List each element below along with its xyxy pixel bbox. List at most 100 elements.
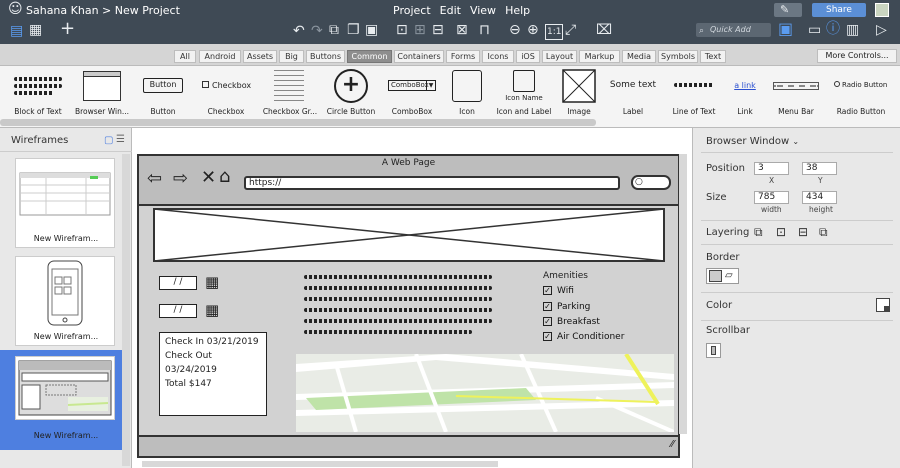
lib-menu-bar[interactable]: Menu Bar <box>770 66 822 116</box>
tab-forms[interactable]: Forms <box>446 50 480 63</box>
lib-label: Link <box>737 107 753 116</box>
properties-title[interactable]: Browser Window ⌄ <box>706 136 799 147</box>
send-back-icon[interactable]: ⊠ <box>456 23 468 37</box>
tab-layout[interactable]: Layout <box>542 50 577 63</box>
lib-line-of-text[interactable]: Line of Text <box>666 66 722 116</box>
lib-label-component[interactable]: Some text Label <box>606 66 660 116</box>
lib-label: Circle Button <box>326 107 376 116</box>
sketch-border-icon[interactable]: ▱ <box>725 270 733 281</box>
bring-to-front-icon[interactable]: ⧉ <box>754 225 763 240</box>
wireframe-thumb-3[interactable] <box>15 356 115 420</box>
browser-window-mockup[interactable]: A Web Page ⇦ ⇨ ✕ ⌂ https:// ○ / / ▦ / / … <box>137 154 680 458</box>
tab-symbols[interactable]: Symbols <box>658 50 698 63</box>
tab-big[interactable]: Big <box>279 50 304 63</box>
size-label: Size <box>706 192 727 203</box>
tab-all[interactable]: All <box>174 50 196 63</box>
height-input[interactable]: 434 <box>802 191 837 204</box>
add-icon[interactable]: + <box>60 20 75 38</box>
undo-icon[interactable]: ↶ <box>293 24 305 38</box>
tab-buttons[interactable]: Buttons <box>306 50 345 63</box>
properties-icon[interactable]: ▥ <box>846 23 859 37</box>
tab-assets[interactable]: Assets <box>243 50 277 63</box>
zoom-out-icon[interactable]: ⊖ <box>509 23 521 37</box>
width-input[interactable]: 785 <box>754 191 789 204</box>
color-swatch[interactable] <box>876 298 890 312</box>
ungroup-icon[interactable]: ⊞ <box>414 23 426 37</box>
clipboard-icon[interactable]: ⌧ <box>596 23 612 37</box>
duplicate-icon[interactable]: ⧉ <box>329 23 339 37</box>
lib-link[interactable]: a link Link <box>726 66 764 116</box>
grid-view-icon[interactable]: ▦ <box>29 23 42 37</box>
thumbnail-view-icon[interactable]: ▢ <box>104 135 113 146</box>
lib-combobox[interactable]: ComboBox ▼ ComboBox <box>384 66 440 116</box>
canvas-vertical-scrollbar[interactable] <box>679 154 687 434</box>
back-arrow-icon: ⇦ <box>147 168 163 189</box>
panel-scrollbar[interactable] <box>122 154 130 466</box>
smiley-icon[interactable]: ☺ <box>8 2 23 16</box>
menu-view[interactable]: View <box>470 4 496 17</box>
tab-markup[interactable]: Markup <box>579 50 620 63</box>
tab-common[interactable]: Common <box>347 50 392 63</box>
y-caption: Y <box>818 176 823 185</box>
checked-icon: ✓ <box>543 317 552 326</box>
avatar[interactable] <box>875 3 889 17</box>
checkin-date-field: / / <box>159 276 197 290</box>
height-caption: height <box>809 205 833 214</box>
lib-icon[interactable]: Icon <box>446 66 488 116</box>
lib-checkbox[interactable]: Checkbox Checkbox <box>196 66 256 116</box>
tab-text[interactable]: Text <box>700 50 726 63</box>
list-view-icon[interactable]: ☰ <box>116 134 125 145</box>
pen-button[interactable]: ✎ <box>774 3 802 17</box>
redo-icon[interactable]: ↷ <box>311 24 323 38</box>
lib-browser-window[interactable]: Browser Win... <box>74 66 130 116</box>
present-icon[interactable]: ▷ <box>876 23 887 37</box>
layout-icon[interactable]: ▣ <box>778 21 793 37</box>
lib-circle-button[interactable]: + Circle Button <box>324 66 378 116</box>
copy-icon[interactable]: ❐ <box>347 23 360 37</box>
info-icon[interactable]: ⓘ <box>826 22 840 36</box>
bring-forward-icon[interactable]: ⊡ <box>776 225 786 239</box>
amenities-title: Amenities <box>543 271 588 281</box>
menu-project[interactable]: Project <box>393 4 431 17</box>
tab-containers[interactable]: Containers <box>394 50 444 63</box>
zoom-in-icon[interactable]: ⊕ <box>527 23 539 37</box>
lib-label: Label <box>622 107 644 116</box>
position-x-input[interactable]: 3 <box>754 162 789 175</box>
scrollbar-toggle[interactable] <box>706 343 721 358</box>
lib-checkbox-group[interactable]: Checkbox Gr... <box>262 66 318 116</box>
actual-size-icon[interactable]: 1:1 <box>545 24 564 40</box>
lock-icon[interactable]: ⊓ <box>479 23 490 37</box>
panel-title: Wireframes <box>11 135 69 146</box>
send-to-back-icon[interactable]: ⧉ <box>819 225 828 240</box>
bring-front-icon[interactable]: ⊟ <box>432 23 444 37</box>
quick-add-input[interactable]: Quick Add <box>696 23 771 37</box>
lib-block-of-text[interactable]: Block of Text <box>8 66 68 116</box>
menu-help[interactable]: Help <box>505 4 530 17</box>
chevron-down-icon: ⌄ <box>792 137 800 146</box>
library-tabs: All Android Assets Big Buttons Common Co… <box>0 44 900 66</box>
canvas-horizontal-scrollbar[interactable] <box>142 461 498 467</box>
menu-edit[interactable]: Edit <box>440 4 461 17</box>
square-border-icon[interactable] <box>709 270 722 282</box>
send-backward-icon[interactable]: ⊟ <box>798 225 808 239</box>
lib-button[interactable]: Button Button <box>136 66 190 116</box>
position-y-input[interactable]: 38 <box>802 162 837 175</box>
lib-image[interactable]: Image <box>556 66 602 116</box>
fit-icon[interactable]: ⤢ <box>565 23 576 37</box>
lib-icon-and-label[interactable]: Icon Name Icon and Label <box>496 66 552 116</box>
more-controls-button[interactable]: More Controls... <box>817 49 897 63</box>
comment-icon[interactable]: ▭ <box>808 23 821 37</box>
tab-ios[interactable]: iOS <box>516 50 540 63</box>
tab-media[interactable]: Media <box>622 50 656 63</box>
share-button[interactable]: Share <box>812 3 866 17</box>
border-style-toggle[interactable]: ▱ <box>706 268 739 284</box>
editor-canvas[interactable]: A Web Page ⇦ ⇨ ✕ ⌂ https:// ○ / / ▦ / / … <box>132 128 692 468</box>
tab-android[interactable]: Android <box>199 50 241 63</box>
paste-icon[interactable]: ▣ <box>365 23 378 37</box>
tab-icons[interactable]: Icons <box>482 50 514 63</box>
thumb-label: New Wirefram... <box>33 332 99 341</box>
library-scrollbar[interactable] <box>0 119 596 126</box>
group-icon[interactable]: ⊡ <box>396 23 408 37</box>
lib-radio-button[interactable]: Radio Button Radio Button <box>830 66 892 116</box>
list-view-icon[interactable]: ▤ <box>10 24 23 38</box>
